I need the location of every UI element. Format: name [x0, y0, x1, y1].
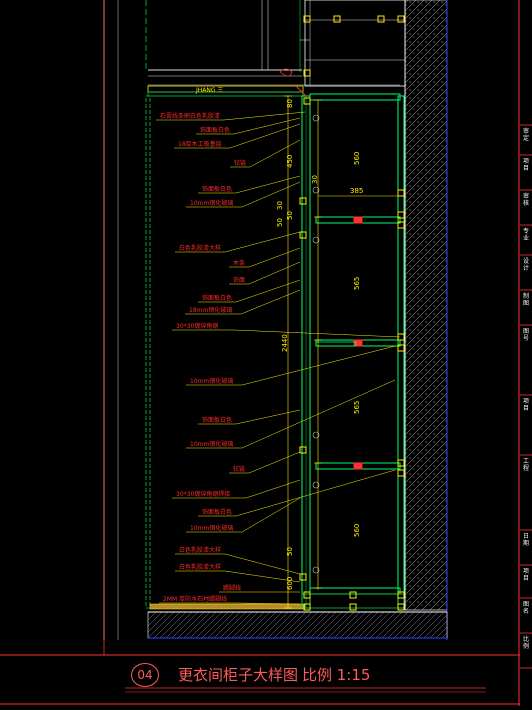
shelf-edge	[353, 339, 363, 347]
dim-shelf2: 565	[353, 276, 361, 290]
dim-shelf3: 565	[353, 400, 361, 414]
dimension-ticks	[284, 95, 322, 609]
dim-600: 600	[286, 576, 294, 590]
ceiling-panel	[147, 91, 304, 97]
dim-50c: 50	[286, 547, 294, 556]
dim-30b: 30	[276, 201, 284, 210]
annotation-label: 铰链	[234, 160, 247, 167]
dim-gap1: 385	[350, 187, 364, 195]
annotation-label: 木条	[233, 260, 246, 267]
dim-30a: 30	[311, 175, 319, 184]
annotation-label: 饰面板白色	[202, 417, 233, 424]
annotation-label: 2MM 厚防水石材踢脚线	[163, 596, 228, 603]
leader-line	[186, 379, 396, 449]
annotation-label: 饰面板白色	[202, 509, 233, 516]
cabinet-top	[309, 93, 401, 101]
annotation-label: 10mm钢化玻璃	[190, 525, 234, 532]
annotation-label: 10mm钢化玻璃	[190, 200, 234, 207]
annotation-label: 踢脚线	[223, 585, 242, 592]
drawing-title: 更衣间柜子大样图	[178, 666, 299, 684]
title-block-label: 项目	[523, 568, 530, 582]
dim-shelf4: 560	[353, 523, 361, 537]
upper-frame	[304, 0, 406, 87]
annotation-label: 铰链	[233, 466, 246, 473]
title-block-label: 审定	[523, 128, 530, 142]
annotation-label: 石膏线条刷白色乳胶漆	[160, 113, 221, 120]
dim-total: 2440	[281, 334, 289, 352]
floor-slab	[147, 611, 448, 639]
ceiling-molding	[295, 85, 307, 97]
dim-50a: 50	[276, 218, 284, 227]
title-block-label: 项目	[523, 158, 530, 172]
floor-finish	[149, 603, 306, 610]
annotation-label: 白色乳胶漆大样	[179, 564, 222, 571]
title-block-label: 专业	[523, 228, 530, 242]
title-block-label: 图号	[523, 328, 530, 342]
annotation-label: 饰面	[233, 277, 246, 284]
title-block-label: 图名	[523, 601, 530, 615]
dim-80: 80	[286, 99, 294, 108]
annotation-label: 18mm钢化玻璃	[189, 307, 233, 314]
ceiling-label: JHANG 三	[196, 87, 224, 94]
title-block-label: 审核	[523, 193, 530, 207]
cabinet-plinth	[301, 593, 405, 609]
wall-outline	[145, 95, 151, 609]
node-markers	[299, 15, 405, 611]
cleat	[315, 341, 357, 347]
dim-shelf1: 560	[353, 151, 361, 165]
annotation-label: 饰面板白色	[202, 186, 233, 193]
ceiling-panel	[147, 85, 304, 93]
detail-number-badge: 04	[131, 663, 159, 687]
cabinet-back-panel	[397, 95, 405, 609]
shelf-edge	[353, 216, 363, 224]
dim-50b: 50	[286, 211, 294, 220]
annotation-label: 饰面板白色	[202, 295, 233, 302]
annotation-label: 10mm钢化玻璃	[190, 378, 234, 385]
annotation-label: 10mm钢化玻璃	[190, 441, 234, 448]
title-block-label: 比例	[523, 636, 530, 650]
title-block-label: 工程	[523, 458, 530, 472]
title-block-label: 项目	[523, 398, 530, 412]
annotation-label: 30*30镀锌角钢	[176, 323, 219, 330]
annotation-label: 白色乳胶漆大样	[179, 245, 222, 252]
annotation-label: 18厚木工板基层	[178, 141, 222, 148]
annotation-label: 白色乳胶漆大样	[179, 547, 222, 554]
leader-line	[175, 570, 301, 583]
cabinet-bottom	[309, 587, 401, 595]
dim-450: 450	[286, 154, 294, 168]
annotation-label: 饰面板白色	[200, 127, 231, 134]
dimension-lines	[287, 96, 400, 608]
title-block-label: 制图	[523, 293, 530, 307]
title-block-label: 设计	[523, 258, 530, 272]
title-block-label: 日期	[523, 533, 530, 547]
concrete-wall	[404, 0, 448, 611]
shelf-edge	[353, 462, 363, 470]
annotation-label: 30*30镀锌角钢焊接	[176, 491, 231, 498]
drawing-scale: 比例 1:15	[302, 666, 371, 684]
drawing-canvas: JHANG 三 石膏线条刷白色乳胶漆 饰面板白色 18厚木工板基层 铰链 饰面板白色 10…	[0, 0, 532, 706]
cabinet-detail-drawing	[0, 0, 532, 706]
